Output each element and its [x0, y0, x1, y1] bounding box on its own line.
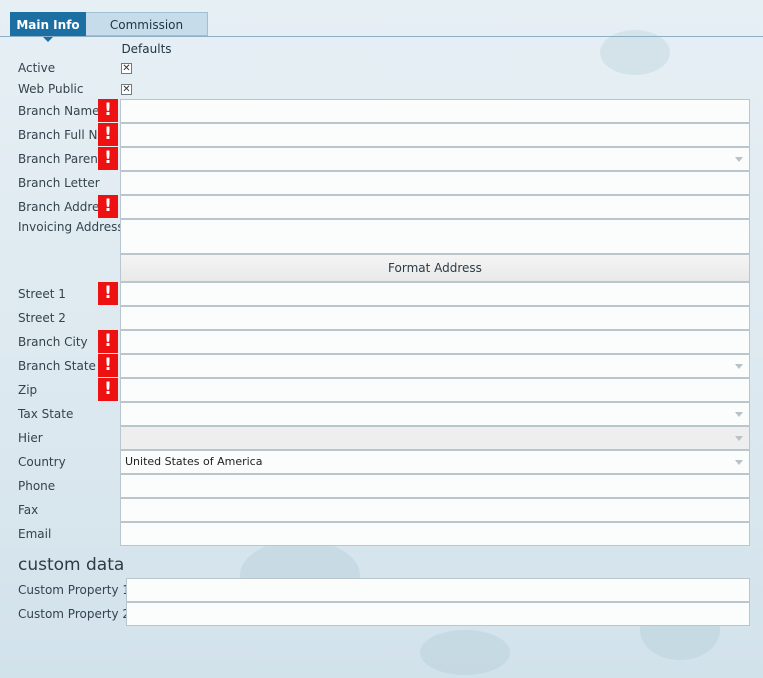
chevron-down-icon: [735, 460, 743, 465]
required-icon: !: [98, 99, 118, 122]
street2-input[interactable]: [120, 306, 750, 330]
required-icon: !: [98, 354, 118, 377]
required-icon: !: [98, 282, 118, 305]
tab-commission-defaults[interactable]: Commission Defaults: [86, 12, 208, 56]
custom-data-heading: custom data: [18, 555, 125, 575]
web-public-checkbox[interactable]: ✕: [121, 84, 132, 95]
fax-input[interactable]: [120, 498, 750, 522]
hier-select: [120, 426, 750, 450]
branch-full-name-input[interactable]: [120, 123, 750, 147]
tab-main-info[interactable]: Main Info: [10, 12, 86, 42]
hier-label: Hier: [18, 431, 43, 445]
branch-address-input[interactable]: [120, 195, 750, 219]
chevron-down-icon: [735, 412, 743, 417]
tab-bar: Main Info Commission Defaults: [10, 12, 208, 56]
phone-input[interactable]: [120, 474, 750, 498]
country-value: United States of America: [125, 455, 263, 468]
required-icon: !: [98, 147, 118, 170]
branch-state-select[interactable]: [120, 354, 750, 378]
invoicing-address-input[interactable]: [120, 219, 750, 254]
branch-letter-input[interactable]: [120, 171, 750, 195]
phone-label: Phone: [18, 479, 56, 493]
chevron-down-icon: [735, 157, 743, 162]
invoicing-address-label: Invoicing Address: [18, 220, 124, 234]
branch-parent-label: Branch Parent: [18, 152, 103, 166]
web-public-label: Web Public: [18, 82, 84, 96]
custom-property2-input[interactable]: [126, 602, 750, 626]
email-label: Email: [18, 527, 52, 541]
tab-divider: [0, 36, 763, 37]
branch-full-name-label: Branch Full Name: [18, 128, 98, 142]
branch-state-label: Branch State: [18, 359, 96, 373]
required-icon: !: [98, 378, 118, 401]
branch-name-label: Branch Name: [18, 104, 100, 118]
custom-property1-label: Custom Property 1: [18, 583, 131, 597]
zip-label: Zip: [18, 383, 38, 397]
branch-parent-select[interactable]: [120, 147, 750, 171]
fax-label: Fax: [18, 503, 39, 517]
branch-name-input[interactable]: [120, 99, 750, 123]
branch-letter-label: Branch Letter: [18, 176, 100, 190]
chevron-down-icon: [735, 436, 743, 441]
country-select[interactable]: United States of America: [120, 450, 750, 474]
country-label: Country: [18, 455, 66, 469]
branch-city-label: Branch City: [18, 335, 88, 349]
chevron-down-icon: [735, 364, 743, 369]
tax-state-label: Tax State: [18, 407, 74, 421]
branch-city-input[interactable]: [120, 330, 750, 354]
email-input[interactable]: [120, 522, 750, 546]
tax-state-select[interactable]: [120, 402, 750, 426]
required-icon: !: [98, 330, 118, 353]
zip-input[interactable]: [120, 378, 750, 402]
required-icon: !: [98, 195, 118, 218]
required-icon: !: [98, 123, 118, 146]
street1-input[interactable]: [120, 282, 750, 306]
custom-property2-label: Custom Property 2: [18, 607, 131, 621]
active-checkbox[interactable]: ✕: [121, 63, 132, 74]
street2-label: Street 2: [18, 311, 66, 325]
street1-label: Street 1: [18, 287, 66, 301]
custom-property1-input[interactable]: [126, 578, 750, 602]
background-splash: [420, 630, 510, 675]
format-address-button[interactable]: Format Address: [120, 254, 750, 282]
active-label: Active: [18, 61, 56, 75]
